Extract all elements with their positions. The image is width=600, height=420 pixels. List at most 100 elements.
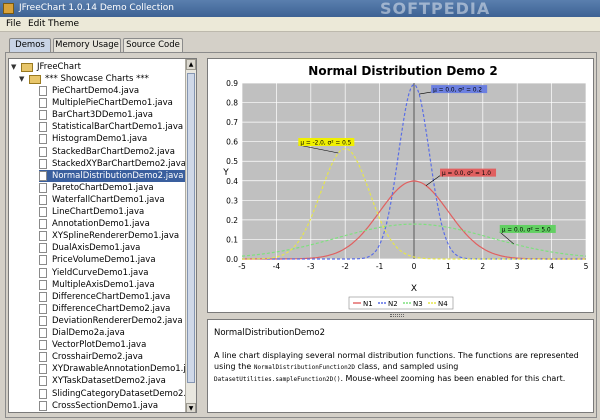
tree-item-label: XYSplineRendererDemo1.java xyxy=(52,231,180,242)
y-tick-label: 0.2 xyxy=(226,216,238,225)
y-tick-label: 0.3 xyxy=(226,196,238,205)
chart-title: Normal Distribution Demo 2 xyxy=(308,64,497,78)
file-icon xyxy=(39,328,47,338)
menu-file[interactable]: File xyxy=(6,19,21,29)
description-line-3: . Mouse-wheel zooming has been enabled f… xyxy=(340,374,566,383)
tree-item-label: StackedBarChartDemo2.java xyxy=(52,146,175,157)
tree-item[interactable]: YieldCurveDemo1.java xyxy=(39,267,187,279)
y-tick-label: 0.5 xyxy=(226,157,238,166)
tree-root[interactable]: ▼ JFreeChart xyxy=(11,61,187,73)
tree-item[interactable]: SlidingCategoryDatasetDemo2.java xyxy=(39,388,187,400)
tree-item[interactable]: StackedBarChartDemo2.java xyxy=(39,146,187,158)
tree-item[interactable]: DualAxisDemo1.java xyxy=(39,242,187,254)
tree-item[interactable]: HistogramDemo1.java xyxy=(39,133,187,145)
legend-label: N2 xyxy=(388,300,398,308)
description-text: A line chart displaying several normal d… xyxy=(214,350,589,385)
y-tick-label: 0.0 xyxy=(226,255,238,264)
x-tick-label: 2 xyxy=(480,262,485,271)
file-icon xyxy=(39,400,47,411)
collapse-icon[interactable]: ▼ xyxy=(19,73,24,85)
tree-item-label: CrossSectionDemo1.java xyxy=(52,400,159,411)
tree-item[interactable]: NormalDistributionDemo2.java xyxy=(39,169,187,182)
tab-demos[interactable]: Demos xyxy=(9,38,51,53)
watermark: SOFTPEDIA xyxy=(380,0,491,18)
file-icon xyxy=(39,207,47,217)
tree-item[interactable]: StatisticalBarChartDemo1.java xyxy=(39,121,187,133)
tree-item-label: PriceVolumeDemo1.java xyxy=(52,255,156,266)
tree-item[interactable]: DifferenceChartDemo2.java xyxy=(39,303,187,315)
menu-bar: File Edit Theme xyxy=(0,17,600,32)
scroll-up-arrow-icon[interactable]: ▲ xyxy=(186,59,196,70)
tree-scrollbar[interactable]: ▲ ▼ xyxy=(185,59,196,412)
x-tick-label: -5 xyxy=(238,262,246,271)
tree-item-label: ParetoChartDemo1.java xyxy=(52,182,154,193)
tree-item-label: DifferenceChartDemo2.java xyxy=(52,303,171,314)
tree-item[interactable]: MultipleAxisDemo1.java xyxy=(39,279,187,291)
menu-theme[interactable]: Theme xyxy=(48,19,79,29)
x-tick-label: 5 xyxy=(584,262,589,271)
demo-tree: ▼ JFreeChart ▼ *** Showcase Charts *** P… xyxy=(9,59,187,412)
tree-item[interactable]: XYDrawableAnnotationDemo1.java xyxy=(39,363,187,375)
file-icon xyxy=(39,122,47,133)
tree-item[interactable]: CrosshairDemo2.java xyxy=(39,351,187,363)
tree-item[interactable]: StackedXYBarChartDemo2.java xyxy=(39,158,187,170)
normal-distribution-chart[interactable]: Normal Distribution Demo 2 0.0 0.1 0.2 0.3 0… xyxy=(208,59,593,312)
scroll-down-arrow-icon[interactable]: ▼ xyxy=(186,403,196,412)
x-tick-label: 0 xyxy=(412,262,417,271)
x-tick-label: 1 xyxy=(446,262,451,271)
tab-memory-usage[interactable]: Memory Usage xyxy=(53,38,121,52)
tree-folder[interactable]: ▼ *** Showcase Charts *** xyxy=(19,73,185,85)
tab-source-code[interactable]: Source Code xyxy=(123,38,183,52)
description-line-2: class, and sampled using xyxy=(354,362,459,371)
legend-label: N4 xyxy=(438,300,448,308)
file-icon xyxy=(39,231,47,242)
collapse-icon[interactable]: ▼ xyxy=(11,61,16,73)
tree-item[interactable]: ParetoChartDemo1.java xyxy=(39,182,187,194)
tree-item[interactable]: XYSplineRendererDemo1.java xyxy=(39,230,187,242)
x-tick-label: -1 xyxy=(376,262,384,271)
tree-item[interactable]: PieChartDemo4.java xyxy=(39,85,187,97)
scrollbar-thumb[interactable] xyxy=(187,73,195,383)
tree-item[interactable]: XYTaskDatasetDemo2.java xyxy=(39,375,187,387)
tree-item-label: NormalDistributionDemo2.java xyxy=(52,170,184,181)
file-icon xyxy=(39,219,47,230)
tree-item-label: XYTaskDatasetDemo2.java xyxy=(52,376,166,387)
description-code-2: DatasetUtilities.sampleFunction2D() xyxy=(214,376,341,383)
y-tick-label: 0.4 xyxy=(226,177,238,186)
tree-item-label: DeviationRendererDemo2.java xyxy=(52,315,183,326)
annotation-text: μ = 0.0, σ² = 1.0 xyxy=(442,170,491,177)
tree-item-label: WaterfallChartDemo1.java xyxy=(52,194,165,205)
y-tick-label: 0.9 xyxy=(226,79,238,88)
file-icon xyxy=(39,170,47,181)
chart-panel[interactable]: Normal Distribution Demo 2 0.0 0.1 0.2 0.3 0… xyxy=(207,58,594,313)
vertical-splitter[interactable] xyxy=(199,58,205,413)
file-icon xyxy=(39,364,47,375)
file-icon xyxy=(39,158,47,169)
tree-item-label: BarChart3DDemo1.java xyxy=(52,110,154,121)
x-tick-label: -4 xyxy=(273,262,281,271)
chart-legend: N1 N2 N3 N4 xyxy=(348,296,454,310)
tree-item-label: HistogramDemo1.java xyxy=(52,134,148,145)
file-icon xyxy=(39,388,47,399)
tree-item[interactable]: DeviationRendererDemo2.java xyxy=(39,315,187,327)
file-icon xyxy=(39,134,47,145)
tree-item[interactable]: MultiplePieChartDemo1.java xyxy=(39,97,187,109)
tree-item[interactable]: CrossSectionDemo1.java xyxy=(39,400,187,412)
tree-item[interactable]: DifferenceChartDemo1.java xyxy=(39,291,187,303)
tree-item[interactable]: AnnotationDemo1.java xyxy=(39,218,187,230)
file-icon xyxy=(39,352,47,363)
folder-open-icon xyxy=(29,75,41,84)
x-tick-label: 3 xyxy=(515,262,520,271)
tree-item-label: PieChartDemo4.java xyxy=(52,86,140,96)
tree-item[interactable]: BarChart3DDemo1.java xyxy=(39,109,187,121)
horizontal-splitter-grip[interactable] xyxy=(390,314,404,317)
tree-item[interactable]: LineChartDemo1.java xyxy=(39,206,187,218)
tree-item[interactable]: WaterfallChartDemo1.java xyxy=(39,194,187,206)
tree-item[interactable]: DialDemo2a.java xyxy=(39,327,187,339)
tree-item[interactable]: PriceVolumeDemo1.java xyxy=(39,254,187,266)
menu-edit[interactable]: Edit xyxy=(28,19,45,29)
file-icon xyxy=(39,243,47,254)
annotation-text: μ = 0.0, σ² = 5.0 xyxy=(502,226,551,233)
tree-item[interactable]: VectorPlotDemo1.java xyxy=(39,339,187,351)
annotation-text: μ = 0.0, σ² = 0.2 xyxy=(433,87,482,94)
